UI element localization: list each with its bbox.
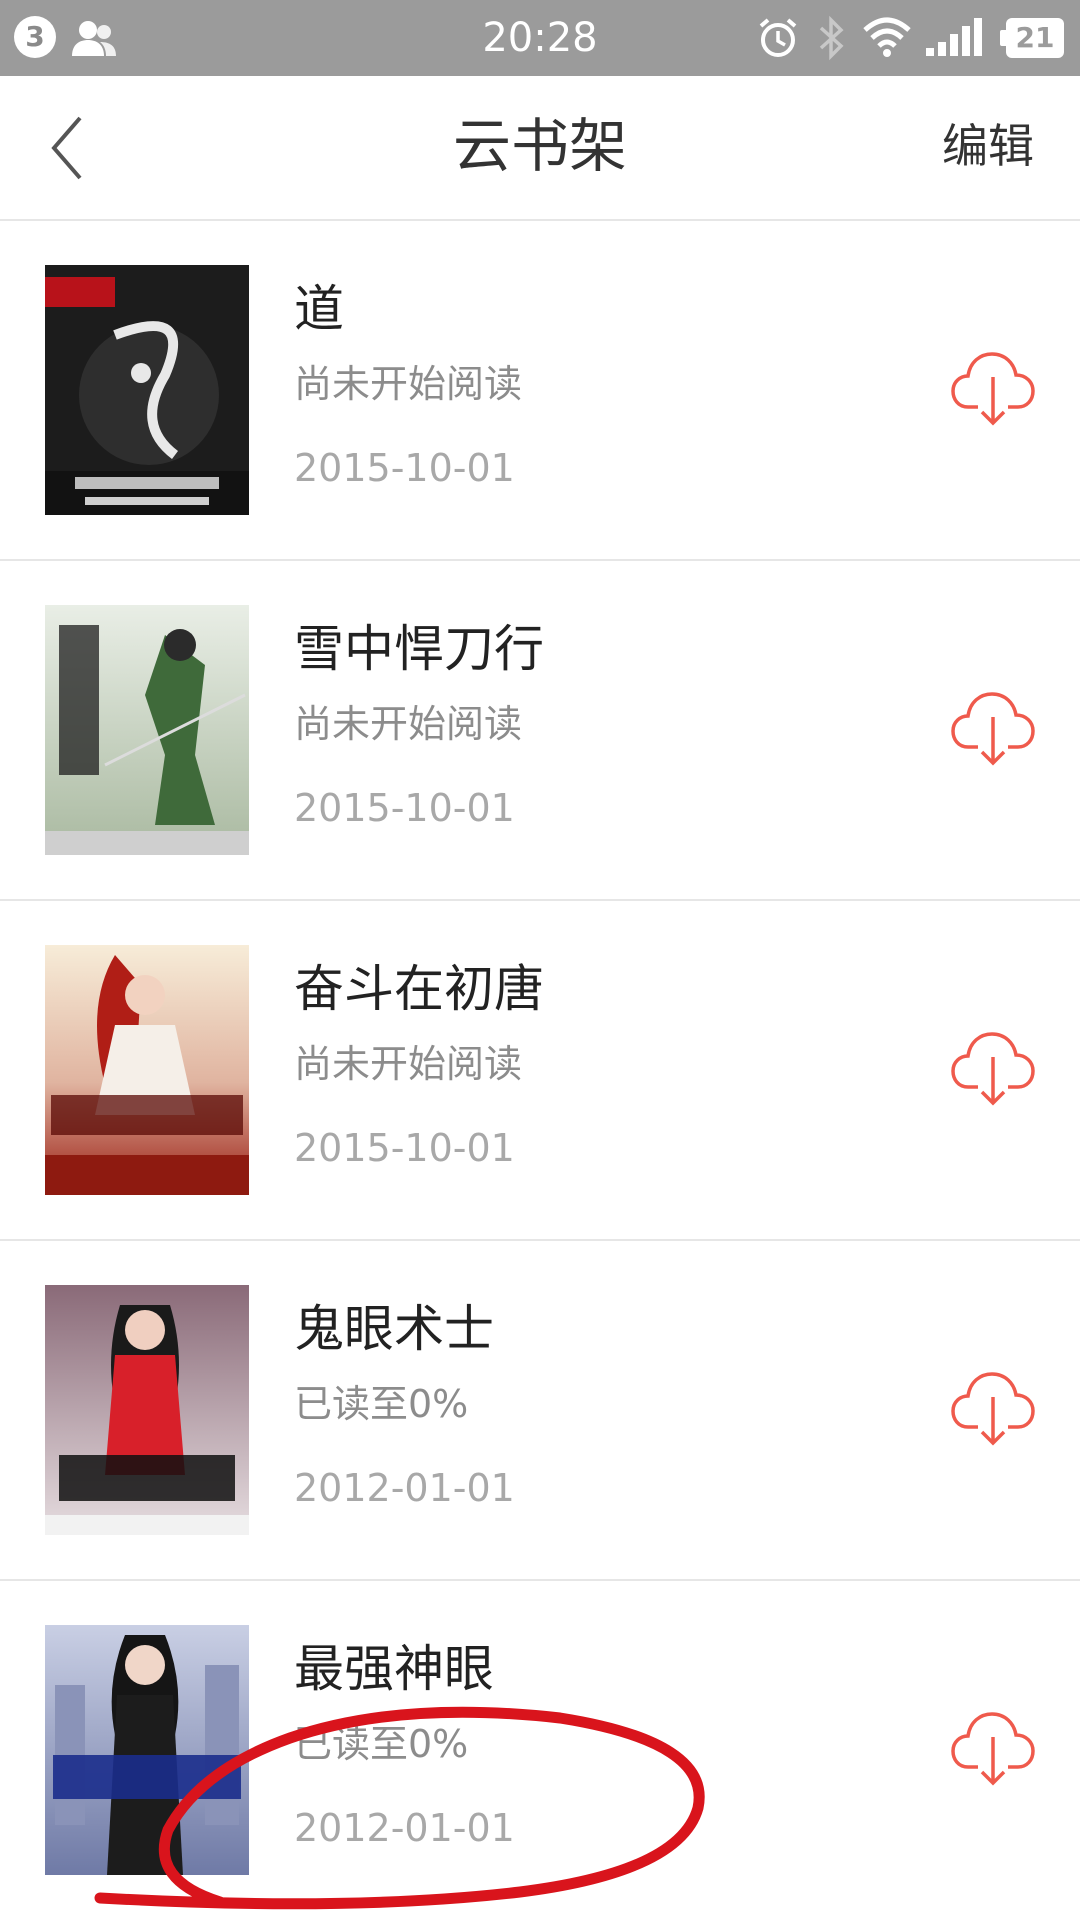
reading-status: 已读至0% <box>294 1382 469 1426</box>
reading-status: 尚未开始阅读 <box>294 702 523 746</box>
reading-status: 已读至0% <box>294 1722 469 1766</box>
cloud-download-icon <box>951 1712 1035 1786</box>
battery-level: 21 <box>1015 21 1055 54</box>
wifi-icon <box>863 17 911 57</box>
book-cover <box>45 1625 249 1875</box>
book-item[interactable]: 雪中悍刀行 尚未开始阅读 2015-10-01 <box>0 561 1080 901</box>
book-title: 道 <box>294 280 344 338</box>
battery-icon: 21 <box>1000 18 1066 58</box>
book-date: 2015-10-01 <box>294 1126 515 1170</box>
book-item[interactable]: 最强神眼 已读至0% 2012-01-01 <box>0 1581 1080 1921</box>
cloud-download-icon <box>951 352 1035 426</box>
notification-count-badge: 3 <box>14 16 56 58</box>
book-date: 2015-10-01 <box>294 446 515 490</box>
app-header: 云书架 编辑 <box>0 76 1080 221</box>
cloud-download-icon <box>951 1372 1035 1446</box>
reading-status: 尚未开始阅读 <box>294 1042 523 1086</box>
book-cover <box>45 1285 249 1535</box>
book-item[interactable]: 奋斗在初唐 尚未开始阅读 2015-10-01 <box>0 901 1080 1241</box>
contacts-icon <box>72 21 116 56</box>
cloud-download-button[interactable] <box>950 1365 1036 1451</box>
clock-time: 20:28 <box>482 15 598 61</box>
signal-icon <box>926 18 982 56</box>
book-title: 奋斗在初唐 <box>294 960 544 1018</box>
cloud-download-button[interactable] <box>950 1705 1036 1791</box>
bluetooth-icon <box>819 15 844 61</box>
page-title: 云书架 <box>452 112 627 180</box>
cloud-download-icon <box>951 1032 1035 1106</box>
book-date: 2012-01-01 <box>294 1466 515 1510</box>
cloud-download-button[interactable] <box>950 345 1036 431</box>
cloud-download-icon <box>951 692 1035 766</box>
alarm-icon <box>759 18 797 57</box>
book-date: 2015-10-01 <box>294 786 515 830</box>
book-cover <box>45 265 249 515</box>
cloud-download-button[interactable] <box>950 685 1036 771</box>
edit-button[interactable]: 编辑 <box>942 110 1034 182</box>
book-list: 道 尚未开始阅读 2015-10-01 雪中悍刀行 尚未开始阅读 2015-10… <box>0 221 1080 1921</box>
book-item[interactable]: 道 尚未开始阅读 2015-10-01 <box>0 221 1080 561</box>
book-title: 最强神眼 <box>294 1640 494 1698</box>
book-title: 雪中悍刀行 <box>294 620 544 678</box>
book-cover <box>45 945 249 1195</box>
status-bar: 3 20:28 21 <box>0 0 1080 76</box>
book-title: 鬼眼术士 <box>294 1300 494 1358</box>
cloud-download-button[interactable] <box>950 1025 1036 1111</box>
book-date: 2012-01-01 <box>294 1806 515 1850</box>
book-item[interactable]: 鬼眼术士 已读至0% 2012-01-01 <box>0 1241 1080 1581</box>
back-button[interactable] <box>40 98 120 198</box>
chevron-left-icon <box>51 116 82 180</box>
reading-status: 尚未开始阅读 <box>294 362 523 406</box>
book-cover <box>45 605 249 855</box>
